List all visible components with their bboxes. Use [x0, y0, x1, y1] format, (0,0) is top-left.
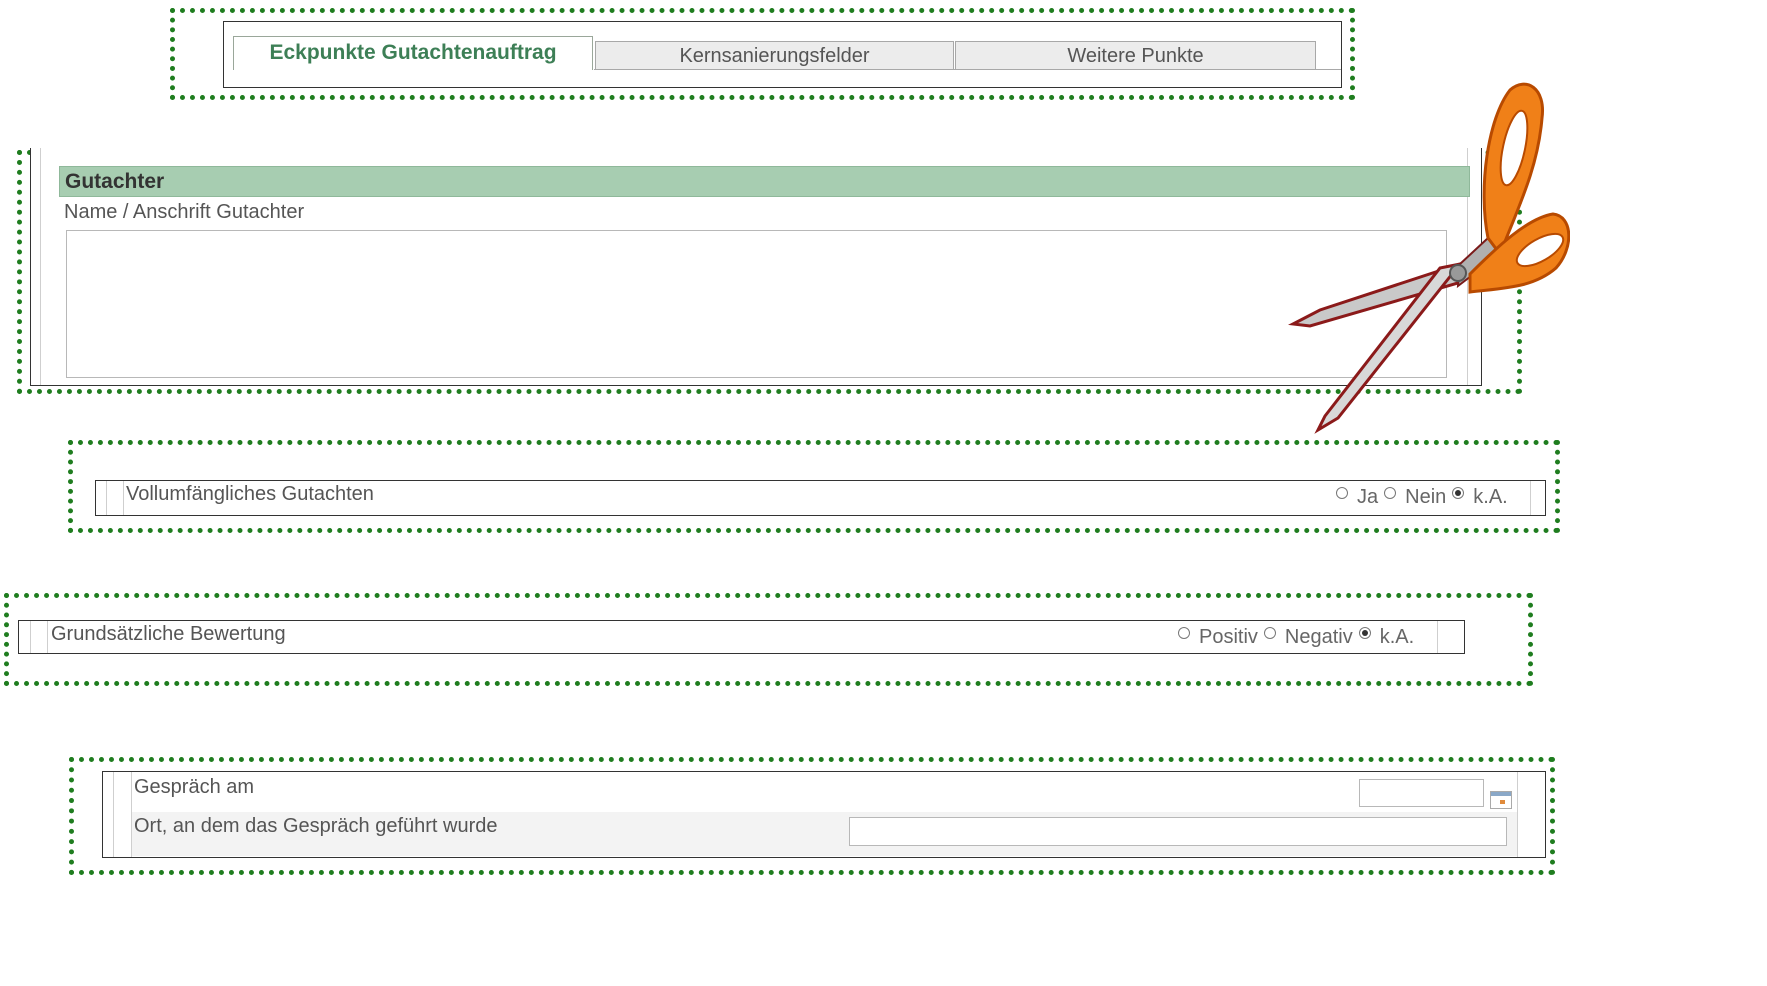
row-left-rule-a	[30, 621, 31, 653]
tab-kernsanierungsfelder[interactable]: Kernsanierungsfelder	[595, 41, 954, 70]
panel-left-rule-b	[131, 772, 132, 857]
calendar-icon[interactable]	[1490, 791, 1512, 809]
radio-positiv[interactable]	[1178, 626, 1190, 639]
tab-eckpunkte-gutachtenauftrag[interactable]: Eckpunkte Gutachtenauftrag	[233, 36, 593, 70]
vollumfaenglich-radio-group: Ja Nein k.A.	[1336, 486, 1514, 509]
gespraech-date-input[interactable]	[1359, 779, 1484, 807]
radio-negativ-label[interactable]: Negativ	[1285, 626, 1353, 649]
row-right-rule	[1530, 481, 1531, 515]
radio-ja-label[interactable]: Ja	[1357, 486, 1378, 509]
scissors-icon	[1288, 82, 1570, 434]
bewertung-radio-group: Positiv Negativ k.A.	[1178, 626, 1420, 649]
radio-nein[interactable]	[1384, 486, 1397, 499]
name-anschrift-textarea[interactable]	[66, 230, 1447, 378]
row-left-rule-b	[47, 621, 48, 653]
radio-ja[interactable]	[1336, 486, 1348, 499]
row-left-rule-b	[123, 481, 124, 515]
row-right-rule	[1437, 621, 1438, 653]
panel-left-rule	[40, 148, 41, 385]
gespraech-place-input[interactable]	[849, 817, 1507, 846]
radio-ka-selected[interactable]	[1452, 486, 1465, 499]
vollumfaenglich-label: Vollumfängliches Gutachten	[126, 483, 374, 505]
gespraech-place-label: Ort, an dem das Gespräch geführt wurde	[134, 815, 498, 837]
tab-weitere-punkte[interactable]: Weitere Punkte	[955, 41, 1316, 70]
panel-left-rule-a	[113, 772, 114, 857]
radio-nein-label[interactable]: Nein	[1405, 486, 1446, 509]
radio-ka-selected[interactable]	[1358, 626, 1371, 639]
name-anschrift-label: Name / Anschrift Gutachter	[64, 201, 305, 223]
panel-right-rule	[1517, 772, 1518, 857]
gespraech-date-label: Gespräch am	[134, 776, 255, 798]
radio-ka-label[interactable]: k.A.	[1473, 486, 1507, 509]
bewertung-label: Grundsätzliche Bewertung	[51, 623, 286, 645]
radio-negativ[interactable]	[1263, 626, 1276, 639]
row-left-rule-a	[106, 481, 107, 515]
radio-positiv-label[interactable]: Positiv	[1199, 626, 1258, 649]
section-header-gutachter: Gutachter	[59, 166, 1470, 197]
radio-ka-label[interactable]: k.A.	[1380, 626, 1414, 649]
